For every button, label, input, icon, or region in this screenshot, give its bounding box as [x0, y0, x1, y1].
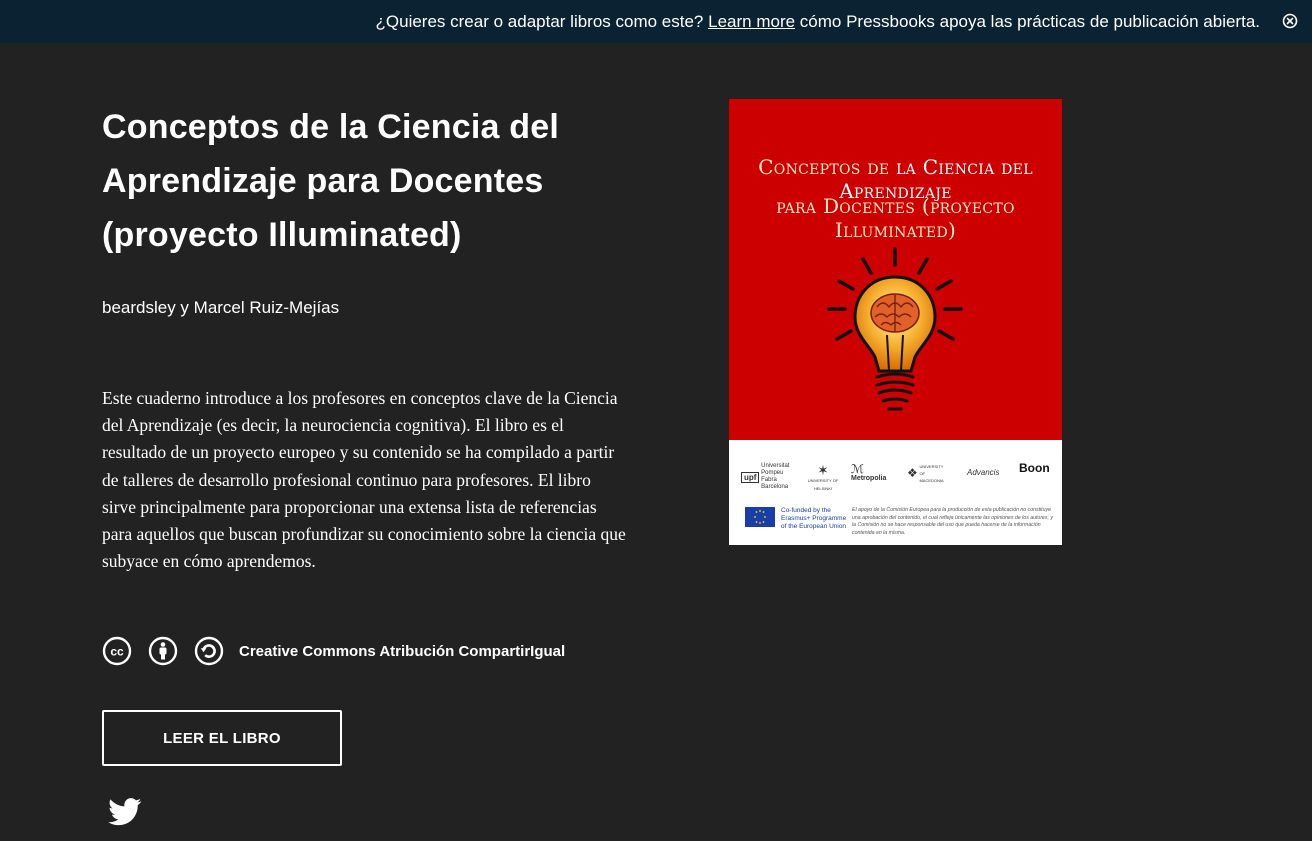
- license-label[interactable]: Creative Commons Atribución CompartirIgu…: [239, 643, 565, 660]
- cover-title-prefix: Conceptos de: [758, 155, 890, 179]
- learn-more-link[interactable]: Learn more: [708, 12, 795, 31]
- logo-upf: upf Universitat Pompeu Fabra Barcelona: [741, 463, 791, 491]
- logo-macedonia: ❖ UNIVERSITY OF MACEDONIA: [907, 464, 944, 483]
- banner-message: ¿Quieres crear o adaptar libros como est…: [376, 12, 1260, 32]
- sa-icon[interactable]: [194, 636, 224, 666]
- svg-text:cc: cc: [110, 645, 124, 659]
- eu-disclaimer-text: El apoyo de la Comisión Europea para la …: [852, 507, 1054, 536]
- license-info: cc Creative Commons Atribución Compartir…: [102, 636, 565, 666]
- logo-helsinki: ✶ UNIVERSITY OF HELSINKI: [807, 462, 839, 491]
- close-icon[interactable]: [1282, 13, 1298, 29]
- book-title: Conceptos de la Ciencia del Aprendizaje …: [102, 108, 559, 254]
- cover-title-line2: para Docentes (proyecto Illuminated): [776, 194, 1015, 242]
- read-book-button[interactable]: LEER EL LIBRO: [102, 710, 342, 766]
- twitter-icon[interactable]: [108, 798, 142, 826]
- cc-icon[interactable]: cc: [102, 636, 132, 666]
- partner-logos: upf Universitat Pompeu Fabra Barcelona ✶…: [729, 459, 1062, 499]
- eu-flag-icon: [745, 507, 775, 527]
- logo-advancis: Advancis: [967, 468, 1000, 477]
- logo-metropolia: ℳ Metropolia: [851, 462, 887, 482]
- logo-boon: Boon: [1019, 461, 1050, 475]
- eu-funding-text: Co-funded by the Erasmus+ Programme of t…: [781, 507, 847, 530]
- by-icon[interactable]: [148, 636, 178, 666]
- banner-text-after: cómo Pressbooks apoya las prácticas de p…: [799, 11, 1260, 31]
- publishing-banner: ¿Quieres crear o adaptar libros como est…: [0, 0, 1312, 43]
- book-authors: beardsley y Marcel Ruiz-Mejías: [102, 298, 340, 317]
- book-info: Conceptos de la Ciencia del Aprendizaje …: [102, 100, 632, 262]
- book-description: Este cuaderno introduce a los profesores…: [102, 388, 626, 572]
- lightbulb-brain-icon: [827, 247, 963, 411]
- book-cover: Conceptos de la Ciencia del Aprendizaje …: [729, 99, 1062, 545]
- banner-text-before: ¿Quieres crear o adaptar libros como est…: [375, 11, 704, 31]
